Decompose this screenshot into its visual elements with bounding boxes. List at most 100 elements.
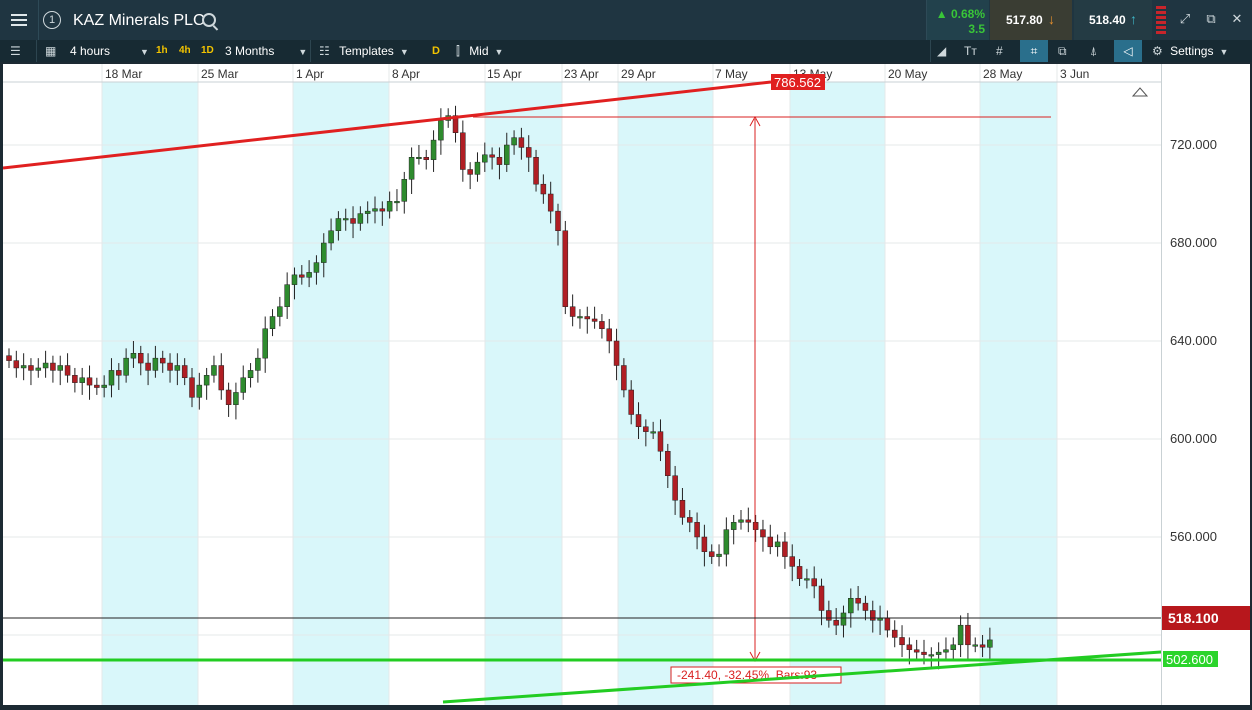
- search-icon[interactable]: [202, 13, 216, 27]
- settings-button[interactable]: ⚙ Settings ▼: [1152, 40, 1228, 62]
- candle-body: [474, 161, 481, 175]
- x-tick-label: 29 Apr: [621, 67, 656, 81]
- expand-icon[interactable]: ⤢: [1178, 12, 1192, 26]
- interval-4h-button[interactable]: 4h: [179, 40, 191, 62]
- interval-select[interactable]: 4 hours ▼: [70, 40, 149, 62]
- buy-price: 518.40: [1089, 13, 1126, 27]
- candle-body: [372, 208, 378, 212]
- templates-label: Templates: [339, 44, 394, 58]
- interval-1d-button[interactable]: 1D: [201, 40, 214, 62]
- candle-body: [423, 157, 429, 160]
- candle-body: [921, 651, 927, 655]
- candle-body: [218, 365, 225, 391]
- candle-body: [167, 362, 173, 371]
- candle-body: [123, 357, 129, 376]
- candle-body: [848, 598, 854, 614]
- candle-body: [987, 639, 993, 648]
- grid-icon[interactable]: #: [996, 40, 1003, 62]
- candle-body: [569, 306, 576, 317]
- candle-body: [628, 389, 634, 415]
- week-band: [980, 82, 1057, 705]
- candle-body: [723, 529, 730, 555]
- candle-body: [855, 598, 861, 604]
- candle-body: [6, 355, 12, 361]
- link-group-button[interactable]: 1: [39, 0, 65, 40]
- text-tool-icon[interactable]: Tт: [964, 40, 977, 62]
- copy-icon[interactable]: ⧉: [1058, 40, 1067, 62]
- candle-body: [306, 272, 312, 278]
- label-tag-icon[interactable]: ◁: [1114, 40, 1142, 62]
- x-tick-label: 28 May: [983, 67, 1022, 81]
- candle-body: [533, 157, 539, 185]
- menu-icon[interactable]: [0, 0, 39, 40]
- list-icon[interactable]: ☰: [10, 40, 21, 62]
- x-tick-label: 25 Mar: [201, 67, 238, 81]
- link-group-label: 1: [43, 11, 61, 29]
- chart-svg[interactable]: 18 Mar 25 Mar 1 Apr 8 Apr 15 Apr 23 Apr 29 Apr…: [3, 64, 1161, 705]
- candle-body: [782, 541, 788, 557]
- candle-body: [789, 556, 795, 567]
- candle-body: [562, 230, 569, 307]
- close-icon[interactable]: ✕: [1230, 12, 1244, 26]
- top-bar: 1 KAZ Minerals PLC ▲ 0.68% 3.5 517.80 ↓ …: [0, 0, 1252, 40]
- crosshair-icon[interactable]: ⌗: [1020, 40, 1048, 62]
- week-band: [102, 82, 198, 705]
- candle-body: [643, 426, 649, 432]
- gear-icon: ⚙: [1152, 44, 1163, 58]
- x-tick-label: 23 Apr: [564, 67, 599, 81]
- candle-body: [928, 654, 935, 657]
- candle-body: [108, 370, 115, 386]
- candle-body: [906, 644, 913, 650]
- instrument-title[interactable]: KAZ Minerals PLC: [73, 0, 205, 40]
- candle-body: [364, 210, 371, 214]
- alert-icon[interactable]: ⍋: [1090, 40, 1097, 62]
- candle-body: [79, 377, 85, 383]
- templates-button[interactable]: ☷ Templates ▼: [310, 40, 409, 62]
- candle-body: [511, 137, 517, 146]
- candle-body: [591, 318, 598, 322]
- candle-body: [401, 179, 408, 202]
- candle-body: [965, 624, 971, 646]
- interval-1h-button[interactable]: 1h: [156, 40, 168, 62]
- sell-button[interactable]: 517.80 ↓: [990, 0, 1072, 40]
- candle-body: [826, 610, 832, 621]
- candle-body: [913, 649, 920, 653]
- candle-body: [152, 357, 159, 371]
- d-button[interactable]: D: [432, 40, 440, 62]
- candle-body: [899, 637, 905, 646]
- candle-body: [599, 321, 605, 329]
- range-select[interactable]: 3 Months ▼: [225, 40, 307, 62]
- chart-plot-area[interactable]: 18 Mar 25 Mar 1 Apr 8 Apr 15 Apr 23 Apr 29 Apr…: [3, 64, 1161, 705]
- candle-body: [430, 139, 437, 160]
- down-arrow-icon: ↓: [1048, 11, 1055, 27]
- draw-line-icon[interactable]: ◢: [930, 40, 946, 62]
- candle-body: [379, 208, 386, 212]
- candle-body: [277, 306, 283, 317]
- y-tick-label: 680.000: [1170, 235, 1217, 250]
- candle-body: [233, 392, 239, 405]
- candle-body: [138, 353, 144, 364]
- candle-body: [738, 519, 744, 523]
- candle-body: [767, 536, 774, 548]
- layout-icon[interactable]: ▦: [36, 40, 56, 62]
- candle-body: [438, 120, 444, 141]
- popout-icon[interactable]: ⧉: [1204, 12, 1218, 26]
- signal-bars-icon: [1156, 6, 1166, 36]
- candle-body: [621, 365, 627, 391]
- current-price-label: 518.100: [1168, 610, 1219, 626]
- candle-body: [496, 157, 503, 165]
- candle-body: [211, 365, 217, 376]
- candle-body: [20, 365, 27, 369]
- candle-body: [196, 384, 203, 398]
- price-type-select[interactable]: ⫿ Mid ▼: [456, 40, 503, 62]
- candle-body: [701, 536, 708, 552]
- candle-body: [482, 154, 488, 163]
- candle-body: [321, 242, 327, 263]
- x-tick-label: 15 Apr: [487, 67, 522, 81]
- candle-body: [386, 201, 393, 212]
- buy-button[interactable]: 518.40 ↑: [1074, 0, 1152, 40]
- x-tick-label: 18 Mar: [105, 67, 142, 81]
- candle-body: [555, 210, 561, 231]
- candle-body: [101, 384, 107, 388]
- candle-body: [657, 431, 664, 452]
